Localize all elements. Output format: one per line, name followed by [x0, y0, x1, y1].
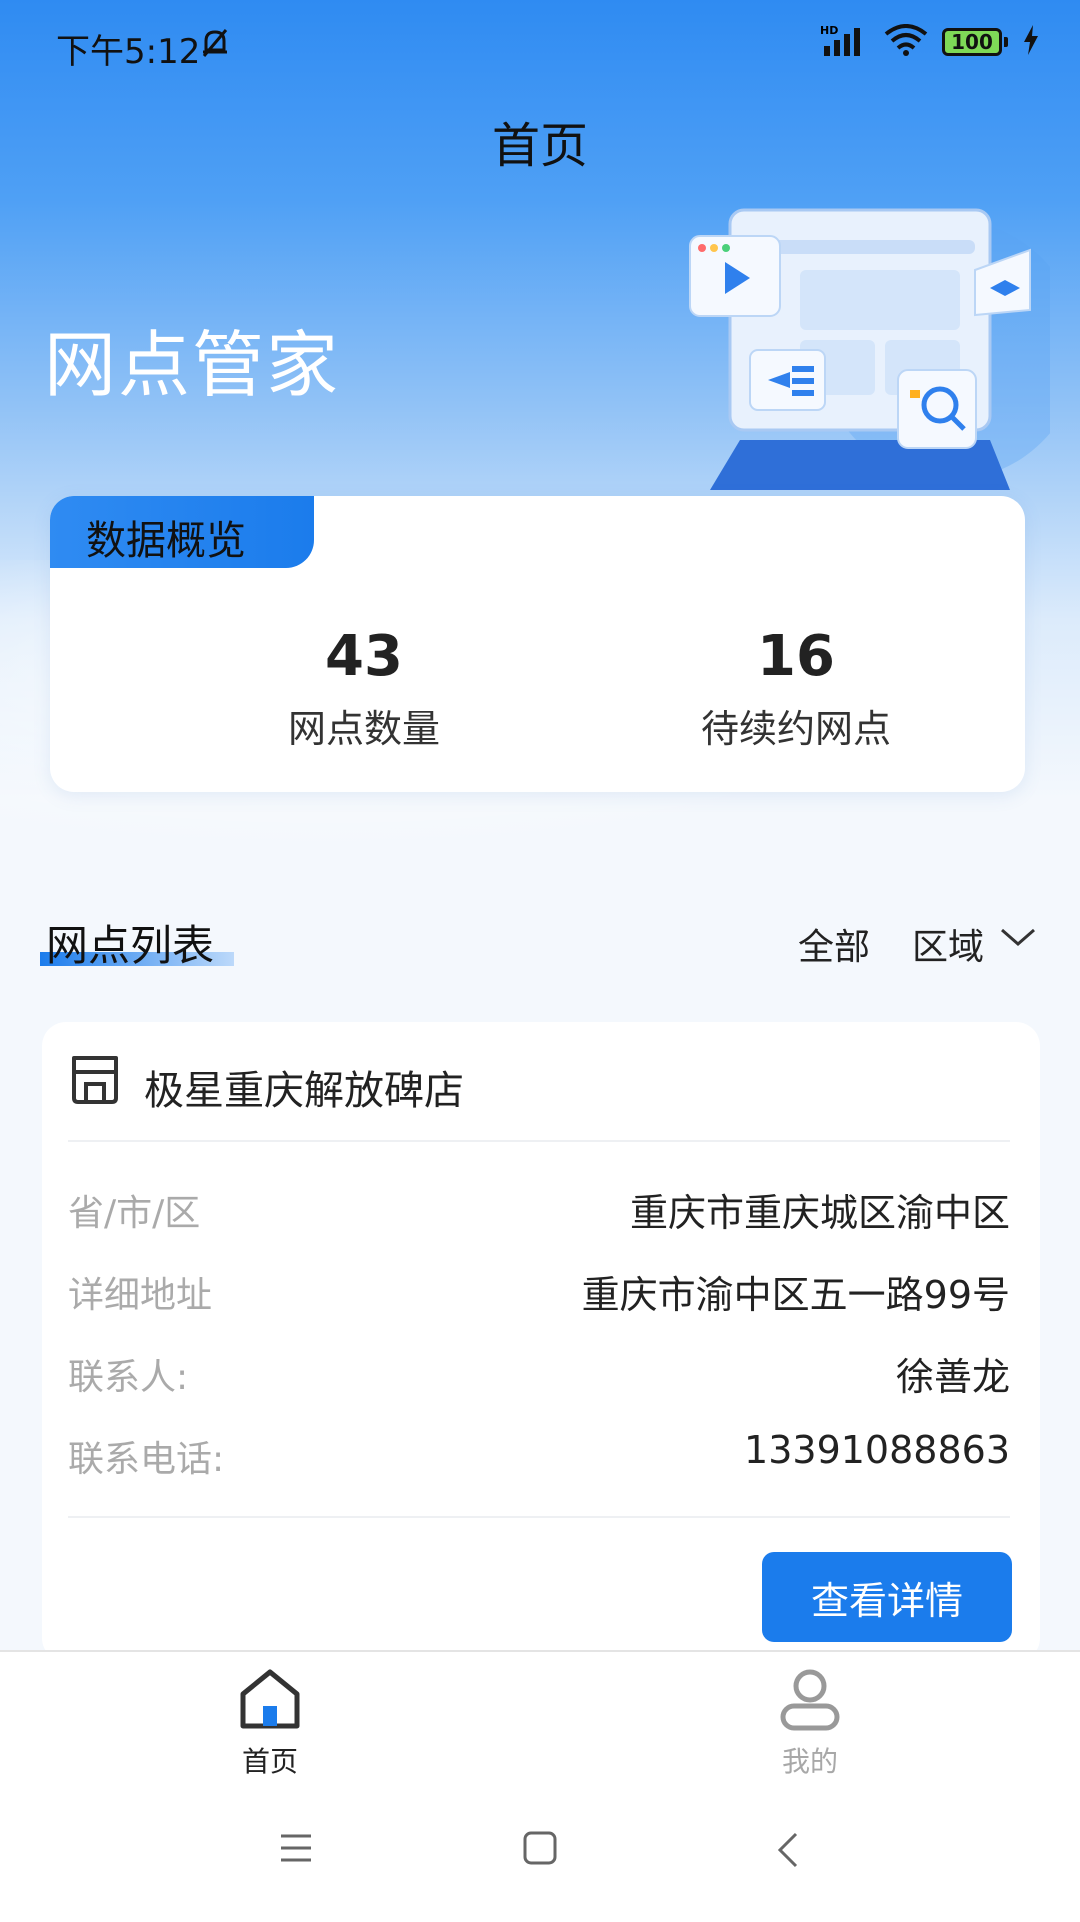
- data-overview-card: 数据概览 43 网点数量 16 待续约网点: [50, 496, 1025, 792]
- stat-label: 网点数量: [287, 707, 440, 751]
- nav-label-mine: 我的: [781, 1745, 838, 1778]
- stat-value: 16: [757, 624, 835, 689]
- battery-level: 100: [942, 28, 1002, 56]
- system-back-icon[interactable]: [774, 1830, 804, 1874]
- home-icon: [235, 1669, 305, 1736]
- system-home-icon[interactable]: [522, 1830, 558, 1870]
- battery-icon: 100: [942, 28, 1008, 56]
- filter-region-dropdown[interactable]: 区域: [912, 918, 984, 970]
- status-bar: 下午5:12 HD 100: [0, 0, 1080, 90]
- system-menu-icon[interactable]: [278, 1830, 314, 1870]
- divider: [68, 1140, 1010, 1142]
- hero-illustration: [650, 200, 1080, 500]
- page-title: 首页: [491, 118, 588, 174]
- stat-label: 待续约网点: [700, 707, 891, 751]
- divider: [68, 1516, 1010, 1518]
- status-time: 下午5:12: [56, 32, 201, 72]
- bell-muted-icon: [198, 26, 232, 64]
- bottom-nav: 首页 我的: [0, 1650, 1080, 1922]
- filter-all-button[interactable]: 全部: [798, 918, 870, 970]
- label-contact: 联系人:: [68, 1357, 189, 1398]
- store-icon: [68, 1052, 122, 1110]
- nav-label-home: 首页: [241, 1745, 298, 1778]
- value-address: 重庆市渝中区五一路99号: [581, 1273, 1010, 1317]
- value-contact: 徐善龙: [895, 1355, 1010, 1399]
- label-region: 省/市/区: [68, 1193, 201, 1234]
- charging-icon: [1022, 25, 1040, 59]
- section-title-store-list: 网点列表: [46, 921, 215, 970]
- status-icons: HD 100: [820, 24, 1040, 60]
- overview-tab-label: 数据概览: [86, 518, 246, 564]
- stat-pending-renewal[interactable]: 16 待续约网点: [646, 624, 946, 753]
- chevron-down-icon[interactable]: [998, 922, 1038, 956]
- overview-tab: 数据概览: [50, 496, 314, 568]
- view-details-button[interactable]: 查看详情: [762, 1552, 1012, 1642]
- brand-title: 网点管家: [44, 323, 341, 407]
- stat-store-count[interactable]: 43 网点数量: [214, 624, 514, 753]
- value-phone[interactable]: 13391088863: [744, 1428, 1010, 1472]
- stat-value: 43: [325, 624, 403, 689]
- user-icon: [775, 1669, 845, 1736]
- store-card[interactable]: 极星重庆解放碑店 省/市/区 重庆市重庆城区渝中区 详细地址 重庆市渝中区五一路…: [42, 1022, 1040, 1662]
- store-name: 极星重庆解放碑店: [144, 1068, 464, 1114]
- label-phone: 联系电话:: [68, 1439, 225, 1480]
- wifi-icon: [884, 24, 928, 60]
- nav-item-mine[interactable]: 我的: [710, 1666, 910, 1780]
- nav-item-home[interactable]: 首页: [170, 1666, 370, 1780]
- svg-text:HD: HD: [820, 24, 838, 37]
- value-region: 重庆市重庆城区渝中区: [629, 1191, 1010, 1235]
- label-address: 详细地址: [68, 1275, 213, 1316]
- signal-icon: HD: [820, 24, 870, 60]
